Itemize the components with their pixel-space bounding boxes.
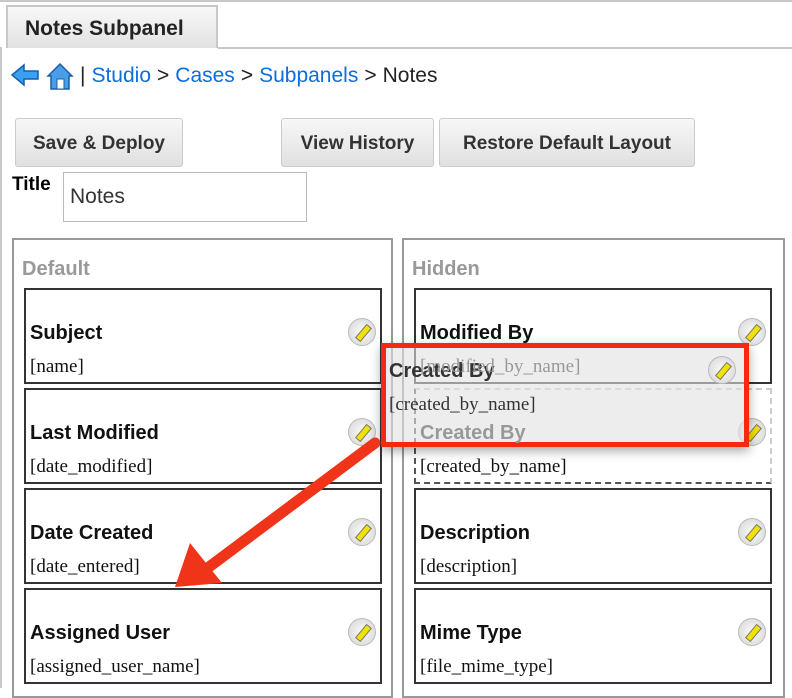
hidden-panel: Hidden Modified By [modified_by_name] Cre… [402,238,785,698]
breadcrumb-separator: | [80,64,86,87]
breadcrumb-subpanels[interactable]: Subpanels [259,64,358,88]
drop-placeholder-created-by[interactable]: Created By [created_by_name] [414,388,772,484]
title-input[interactable] [63,172,307,222]
edit-pencil-icon[interactable] [348,318,376,346]
field-card-description[interactable]: Description [description] [414,488,772,584]
breadcrumb-arrow: > [157,64,170,87]
red-arrow-annotation [175,437,381,587]
field-label: Subject [30,322,103,344]
save-deploy-button[interactable]: Save & Deploy [15,118,183,167]
breadcrumb: | Studio > Cases > Subpanels > Notes [10,62,437,90]
field-name: [date_entered] [30,556,140,577]
edit-pencil-icon[interactable] [348,618,376,646]
breadcrumb-arrow: > [364,64,377,87]
field-label: Created By [420,422,526,444]
field-card-modified-by[interactable]: Modified By [modified_by_name] [414,288,772,384]
edit-pencil-icon[interactable] [738,318,766,346]
field-name: [assigned_user_name] [30,656,200,677]
breadcrumb-notes: Notes [382,64,438,87]
field-label: Modified By [420,322,534,344]
view-history-button[interactable]: View History [281,118,434,167]
edit-pencil-icon[interactable] [738,518,766,546]
default-panel-title: Default [22,258,90,280]
field-name: [modified_by_name] [420,356,581,377]
field-label: Date Created [30,522,154,544]
tab-divider [218,47,792,49]
back-arrow-icon[interactable] [10,63,40,89]
field-label: Mime Type [420,622,522,644]
tab-notes-subpanel[interactable]: Notes Subpanel [6,5,218,48]
breadcrumb-cases[interactable]: Cases [175,64,235,88]
field-label: Description [420,522,531,544]
title-label: Title [12,174,51,195]
hidden-panel-title: Hidden [412,258,480,280]
field-card-mime-type[interactable]: Mime Type [file_mime_type] [414,588,772,684]
breadcrumb-arrow: > [240,64,254,87]
edit-pencil-icon[interactable] [738,618,766,646]
edit-pencil-icon[interactable] [738,418,766,446]
field-name: [name] [30,356,84,377]
field-name: [created_by_name] [420,456,567,477]
top-border [0,0,792,2]
field-label: Last Modified [30,422,159,444]
breadcrumb-studio[interactable]: Studio [91,64,151,88]
field-label: Assigned User [30,622,171,644]
field-name: [file_mime_type] [420,656,553,677]
home-icon[interactable] [46,62,74,90]
field-name: [date_modified] [30,456,153,477]
restore-default-layout-button[interactable]: Restore Default Layout [439,118,695,167]
left-border [0,47,2,688]
field-name: [description] [420,556,518,577]
field-card-subject[interactable]: Subject [name] [24,288,382,384]
